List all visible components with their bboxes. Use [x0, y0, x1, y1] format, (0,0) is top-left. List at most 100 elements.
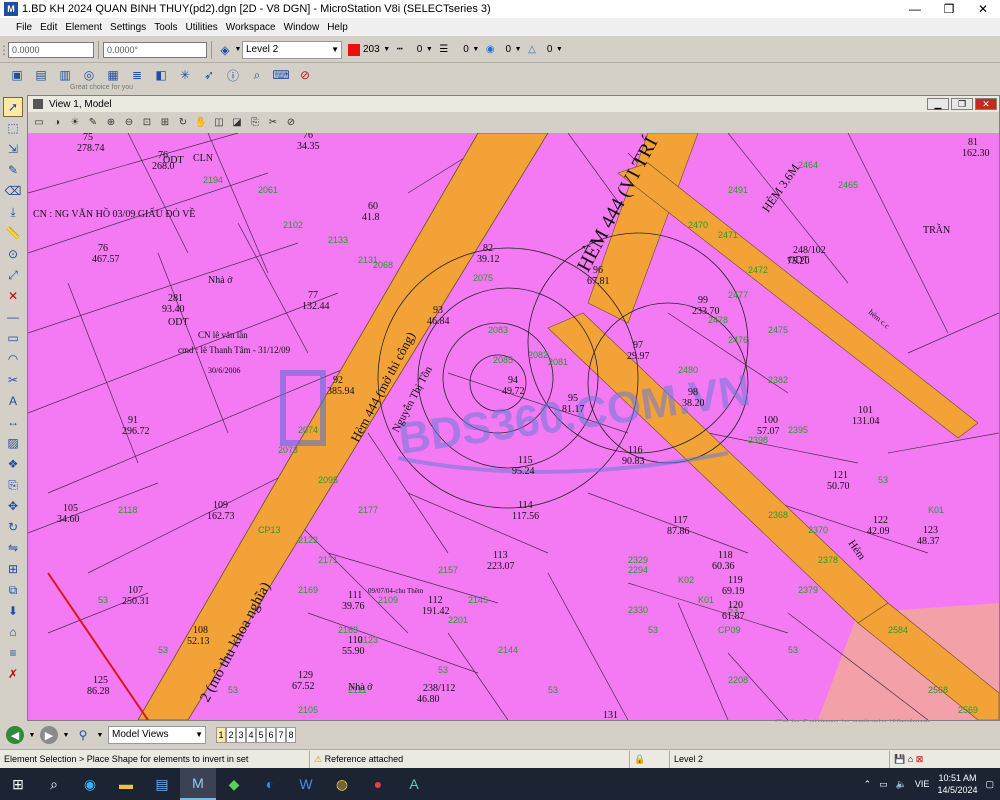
- find-icon[interactable]: ⌕: [248, 66, 266, 84]
- group-tool[interactable]: ⧉: [3, 580, 23, 600]
- level-manager-icon[interactable]: ◈: [216, 41, 234, 59]
- network-icon[interactable]: ▭: [879, 779, 888, 790]
- fit-view-icon[interactable]: ⊞: [158, 115, 172, 129]
- view-button-7[interactable]: 7: [276, 727, 286, 743]
- minimize-button[interactable]: —: [898, 0, 932, 18]
- window-area-icon[interactable]: ⊡: [140, 115, 154, 129]
- view-button-6[interactable]: 6: [266, 727, 276, 743]
- delete-tool[interactable]: ✕: [3, 286, 23, 306]
- pan-view-icon[interactable]: ✋: [194, 115, 208, 129]
- level-display-icon[interactable]: ≣: [128, 66, 146, 84]
- app-icon-blue[interactable]: ◐: [252, 768, 288, 800]
- transparency-value[interactable]: 0: [506, 44, 512, 55]
- chevron-down-icon[interactable]: ▼: [425, 41, 433, 59]
- model-views-select[interactable]: Model Views ▼: [108, 726, 206, 744]
- references-icon[interactable]: ▤: [32, 66, 50, 84]
- no-entry-icon[interactable]: ⊘: [296, 66, 314, 84]
- chevron-down-icon[interactable]: ▼: [514, 41, 522, 59]
- view-button-8[interactable]: 8: [286, 727, 296, 743]
- menu-settings[interactable]: Settings: [106, 22, 150, 33]
- coordinate-field-1[interactable]: 0.0000: [8, 41, 94, 58]
- view-button-1[interactable]: 1: [216, 727, 226, 743]
- place-line-tool[interactable]: —: [3, 307, 23, 327]
- text-tool[interactable]: A: [3, 391, 23, 411]
- modify-tool[interactable]: ✎: [3, 160, 23, 180]
- file-open-icon[interactable]: ▣: [8, 66, 26, 84]
- drop-element-tool[interactable]: ⬇: [3, 601, 23, 621]
- angle-field[interactable]: 0.0000°: [103, 41, 207, 58]
- app-icon-red[interactable]: ●: [360, 768, 396, 800]
- clip-volume-icon[interactable]: ✂: [266, 115, 280, 129]
- info-icon[interactable]: ⓘ: [224, 66, 242, 84]
- tag-tool[interactable]: ⌂: [3, 622, 23, 642]
- raster-icon[interactable]: ◎: [80, 66, 98, 84]
- arc-tool[interactable]: ◠: [3, 349, 23, 369]
- mirror-tool[interactable]: ⇋: [3, 538, 23, 558]
- models-icon[interactable]: ▥: [56, 66, 74, 84]
- search-icon[interactable]: ⌕: [36, 768, 72, 800]
- snap-icon[interactable]: ✳: [176, 66, 194, 84]
- status-level[interactable]: Level 2: [670, 750, 890, 768]
- display-style-icon[interactable]: ▦: [104, 66, 122, 84]
- view-button-5[interactable]: 5: [256, 727, 266, 743]
- view-previous-icon[interactable]: ◫: [212, 115, 226, 129]
- clip-mask-icon[interactable]: ⊘: [284, 115, 298, 129]
- status-locks[interactable]: 🔒: [630, 750, 670, 768]
- app-icon-green[interactable]: ◆: [216, 768, 252, 800]
- app-icon-teal[interactable]: A: [396, 768, 432, 800]
- language-indicator[interactable]: VIE: [915, 779, 930, 789]
- drop-tool[interactable]: ⤓: [3, 202, 23, 222]
- menu-element[interactable]: Element: [61, 22, 106, 33]
- dimension-tool[interactable]: ↔: [3, 412, 23, 432]
- chevron-up-icon[interactable]: ⌃: [864, 779, 872, 790]
- chevron-down-icon[interactable]: ▼: [28, 726, 36, 744]
- place-point-tool[interactable]: ⊙: [3, 244, 23, 264]
- key-in-icon[interactable]: ⌨: [272, 66, 290, 84]
- fence-tool[interactable]: ⬚: [3, 118, 23, 138]
- layers-tool[interactable]: ≡: [3, 643, 23, 663]
- copy-tool[interactable]: ⎘: [3, 475, 23, 495]
- menu-window[interactable]: Window: [280, 22, 324, 33]
- lighting-icon[interactable]: ☀: [68, 115, 82, 129]
- scale-tool[interactable]: ⤢: [3, 265, 23, 285]
- zoom-in-icon[interactable]: ⊕: [104, 115, 118, 129]
- place-shape-tool[interactable]: ▭: [3, 328, 23, 348]
- menu-help[interactable]: Help: [323, 22, 352, 33]
- level-select[interactable]: Level 2 ▼: [242, 40, 342, 59]
- cancel-tool[interactable]: ✗: [3, 664, 23, 684]
- view-minimize-button[interactable]: ▁: [927, 98, 949, 110]
- view-button-3[interactable]: 3: [236, 727, 246, 743]
- view-next-icon[interactable]: ◪: [230, 115, 244, 129]
- view-tool-icon[interactable]: ⚲: [74, 726, 92, 744]
- view-close-button[interactable]: ✕: [975, 98, 997, 110]
- pattern-tool[interactable]: ▨: [3, 433, 23, 453]
- delete-part-tool[interactable]: ⌫: [3, 181, 23, 201]
- menu-tools[interactable]: Tools: [150, 22, 181, 33]
- chevron-down-icon[interactable]: ▼: [555, 41, 563, 59]
- line-weight-value[interactable]: 0: [463, 44, 469, 55]
- measure-tool[interactable]: 📏: [3, 223, 23, 243]
- menu-workspace[interactable]: Workspace: [222, 22, 280, 33]
- display-style-icon[interactable]: ◑: [50, 115, 64, 129]
- menu-utilities[interactable]: Utilities: [182, 22, 222, 33]
- update-view-icon[interactable]: ✎: [86, 115, 100, 129]
- view-restore-button[interactable]: ❐: [951, 98, 973, 110]
- element-selection-tool[interactable]: ➚: [3, 97, 23, 117]
- back-arrow-icon[interactable]: ◀: [6, 726, 24, 744]
- menu-edit[interactable]: Edit: [36, 22, 61, 33]
- save-icon[interactable]: 💾: [894, 754, 905, 764]
- zoom-out-icon[interactable]: ⊖: [122, 115, 136, 129]
- view-button-2[interactable]: 2: [226, 727, 236, 743]
- word-icon[interactable]: W: [288, 768, 324, 800]
- copy-view-icon[interactable]: ⎘: [248, 115, 262, 129]
- view-attributes-icon[interactable]: ▭: [32, 115, 46, 129]
- store-icon[interactable]: ▤: [144, 768, 180, 800]
- forward-arrow-icon[interactable]: ▶: [40, 726, 58, 744]
- menu-file[interactable]: File: [12, 22, 36, 33]
- notifications-icon[interactable]: ▢: [985, 779, 994, 790]
- volume-icon[interactable]: 🔈: [896, 779, 907, 790]
- drawing-canvas[interactable]: BDS360.COM.VN HẺM 444 (VI TRÍ Hẻm 444 (mở…: [28, 133, 999, 720]
- tasks-icon[interactable]: ➶: [200, 66, 218, 84]
- chevron-down-icon[interactable]: ▼: [472, 41, 480, 59]
- edge-icon[interactable]: ◉: [72, 768, 108, 800]
